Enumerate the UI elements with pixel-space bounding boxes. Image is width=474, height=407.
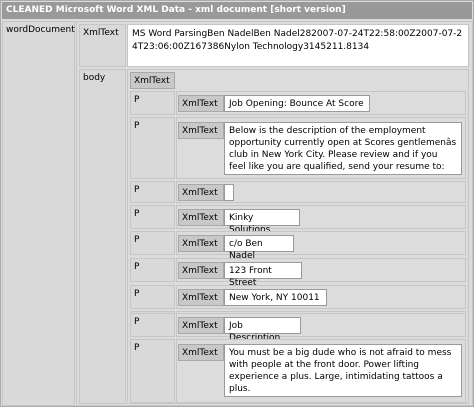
xmltext-label: XmlText: [182, 321, 218, 331]
body-label: body: [83, 73, 106, 83]
p-label: P: [134, 235, 140, 245]
p-label: P: [134, 317, 140, 327]
p-key[interactable]: P: [130, 339, 175, 403]
xmltext-label: XmlText: [182, 293, 218, 303]
p-xmltext-tag[interactable]: XmlText: [178, 317, 224, 334]
p-xmltext-tag[interactable]: XmlText: [178, 235, 224, 252]
xmltext-label: XmlText: [182, 266, 218, 276]
xmltext-label: XmlText: [83, 28, 119, 38]
p-label: P: [134, 121, 140, 131]
body-xmltext-tag[interactable]: XmlText: [130, 72, 175, 89]
p-key[interactable]: P: [130, 285, 175, 309]
xmltext-label: XmlText: [182, 239, 218, 249]
paragraph-text: New York, NY 10011: [224, 289, 327, 306]
paragraph-text: c/o Ben Nadel: [224, 235, 294, 261]
p-xmltext-tag[interactable]: XmlText: [178, 289, 224, 306]
xmltext-key-top[interactable]: XmlText: [79, 24, 126, 67]
p-key[interactable]: P: [130, 313, 175, 337]
p-key[interactable]: P: [130, 258, 175, 282]
xmltext-label: XmlText: [182, 213, 218, 223]
p-key[interactable]: P: [130, 205, 175, 229]
paragraph-text: Job Opening: Bounce At Score: [224, 95, 370, 112]
p-label: P: [134, 95, 140, 105]
p-xmltext-tag[interactable]: XmlText: [178, 95, 224, 112]
paragraph-text: 123 Front Street: [224, 262, 302, 288]
p-label: P: [134, 343, 140, 353]
p-label: P: [134, 289, 140, 299]
xmltext-label: XmlText: [134, 76, 170, 86]
p-label: P: [134, 185, 140, 195]
paragraph-text: You must be a big dude who is not afraid…: [224, 344, 462, 397]
dump-header[interactable]: CLEANED Microsoft Word XML Data - xml do…: [2, 2, 472, 19]
paragraph-text: Below is the description of the employme…: [224, 122, 462, 175]
xmltext-label: XmlText: [182, 348, 218, 358]
p-key[interactable]: P: [130, 181, 175, 203]
p-xmltext-tag[interactable]: XmlText: [178, 184, 224, 201]
paragraph-text: Kinky Solutions: [224, 209, 300, 235]
p-xmltext-tag[interactable]: XmlText: [178, 344, 224, 361]
document-properties-text: MS Word ParsingBen NadelBen Nadel282007-…: [127, 24, 469, 67]
p-xmltext-tag[interactable]: XmlText: [178, 209, 224, 226]
word-document-key[interactable]: wordDocument: [2, 21, 75, 406]
p-xmltext-tag[interactable]: XmlText: [178, 122, 224, 139]
word-document-label: wordDocument: [6, 25, 75, 35]
paragraph-text: [224, 184, 234, 201]
p-label: P: [134, 209, 140, 219]
p-xmltext-tag[interactable]: XmlText: [178, 262, 224, 279]
p-key[interactable]: P: [130, 91, 175, 115]
p-key[interactable]: P: [130, 117, 175, 179]
xmltext-label: XmlText: [182, 188, 218, 198]
body-key[interactable]: body: [79, 69, 126, 404]
xmltext-label: XmlText: [182, 126, 218, 136]
p-label: P: [134, 262, 140, 272]
xmltext-label: XmlText: [182, 99, 218, 109]
xml-dump-panel: CLEANED Microsoft Word XML Data - xml do…: [0, 0, 474, 407]
p-key[interactable]: P: [130, 231, 175, 255]
paragraph-text: Job Description: [224, 317, 301, 343]
